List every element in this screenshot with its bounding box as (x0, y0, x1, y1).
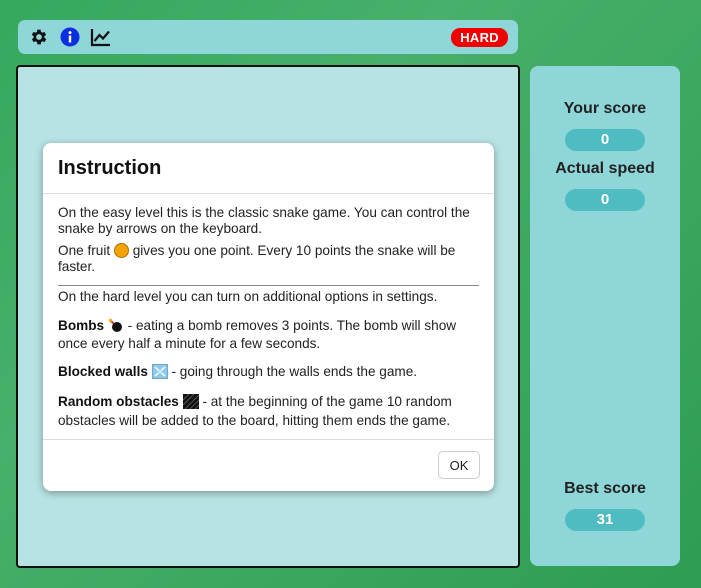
obstacles-text: Random obstacles - at the beginning of t… (58, 393, 479, 428)
fruit-text-a: One fruit (58, 243, 111, 258)
obstacle-icon (182, 393, 200, 413)
best-score-label: Best score (564, 480, 646, 497)
walls-text: Blocked walls - going through the walls … (58, 363, 479, 383)
bomb-icon (108, 318, 124, 337)
top-toolbar: HARD (18, 20, 518, 54)
gear-icon[interactable] (28, 26, 50, 48)
score-panel: Your score 0 Actual speed 0 Best score 3… (530, 66, 680, 566)
obstacles-title: Random obstacles (58, 394, 179, 409)
dialog-footer: OK (43, 439, 494, 491)
ok-button[interactable]: OK (438, 451, 480, 479)
actual-speed-label: Actual speed (555, 160, 655, 177)
actual-speed-value: 0 (565, 189, 645, 211)
fruit-text: One fruit gives you one point. Every 10 … (58, 243, 479, 274)
bombs-text: Bombs - eating a bomb removes 3 points. … (58, 318, 479, 352)
walls-desc: - going through the walls ends the game. (171, 363, 418, 379)
dialog-body: On the easy level this is the classic sn… (43, 194, 494, 428)
hard-level-text: On the hard level you can turn on additi… (58, 289, 438, 304)
intro-text: On the easy level this is the classic sn… (58, 205, 470, 236)
fruit-icon (113, 243, 129, 258)
best-score-value: 31 (565, 509, 645, 531)
dialog-title: Instruction (43, 143, 494, 194)
wall-icon (151, 363, 168, 383)
walls-title: Blocked walls (58, 363, 148, 379)
info-icon[interactable] (59, 26, 81, 48)
difficulty-badge[interactable]: HARD (451, 27, 508, 47)
divider (58, 285, 479, 286)
your-score-value: 0 (565, 129, 645, 151)
bombs-title: Bombs (58, 317, 105, 333)
chart-icon[interactable] (90, 26, 112, 48)
your-score-label: Your score (563, 100, 647, 117)
instruction-dialog: Instruction On the easy level this is th… (43, 143, 494, 491)
